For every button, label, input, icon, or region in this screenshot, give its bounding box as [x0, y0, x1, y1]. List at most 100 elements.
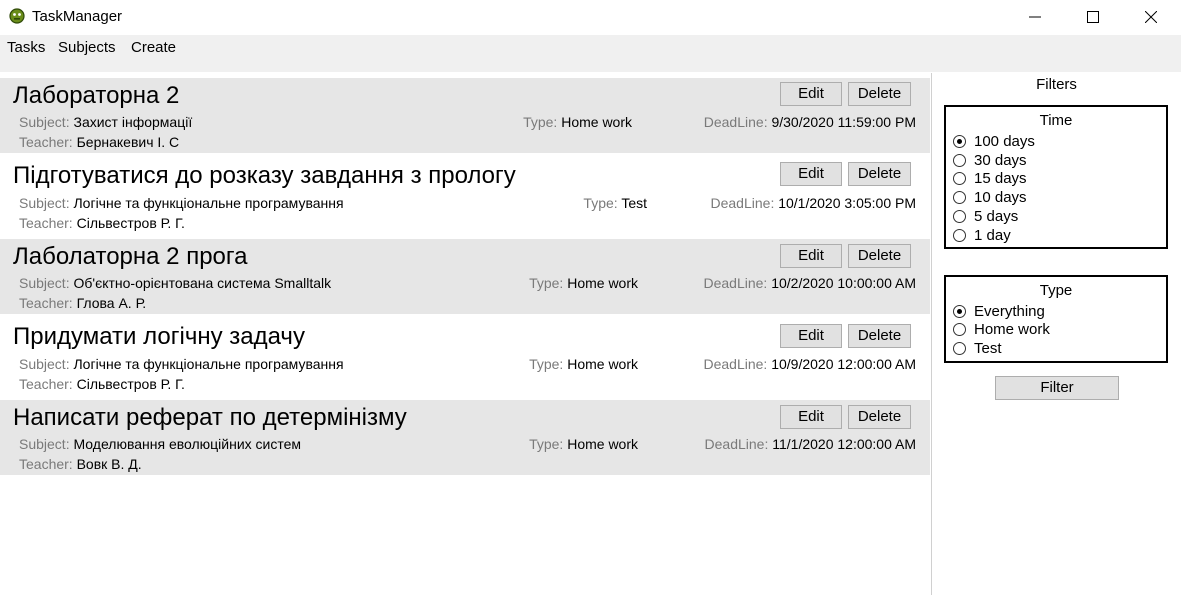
type-filter-group: Type Everything Home work Test: [944, 275, 1168, 363]
time-option-30-days[interactable]: 30 days: [953, 151, 1027, 170]
type-option-test[interactable]: Test: [953, 339, 1002, 358]
time-group-title: Time: [1039, 112, 1073, 129]
deadline-label: DeadLine:: [704, 436, 769, 452]
filter-button[interactable]: Filter: [995, 376, 1119, 400]
teacher-label: Teacher:: [19, 456, 73, 472]
edit-button[interactable]: Edit: [780, 405, 842, 429]
menu-create[interactable]: Create: [131, 39, 176, 56]
menu-subjects[interactable]: Subjects: [58, 39, 116, 56]
time-option-15-days[interactable]: 15 days: [953, 169, 1027, 188]
radio-button-checked[interactable]: [953, 305, 966, 318]
delete-button[interactable]: Delete: [848, 405, 911, 429]
task-item: Лаболаторна 2 прога Edit Delete Subject:…: [0, 239, 930, 314]
teacher-label: Teacher:: [19, 134, 73, 150]
delete-button[interactable]: Delete: [848, 324, 911, 348]
type-line: Type: Test: [583, 195, 647, 211]
task-title: Підготуватися до розказу завдання з прол…: [13, 162, 516, 189]
type-value: Home work: [567, 436, 638, 452]
delete-button[interactable]: Delete: [848, 162, 911, 186]
deadline-label: DeadLine:: [703, 356, 768, 372]
subject-value: Об'єктно-орієнтована система Smalltalk: [73, 275, 332, 291]
type-option-home-work[interactable]: Home work: [953, 320, 1050, 339]
task-title: Лаболаторна 2 прога: [13, 243, 248, 270]
teacher-value: Вовк В. Д.: [76, 456, 142, 472]
task-item: Написати реферат по детермінізму Edit De…: [0, 400, 930, 475]
subject-value: Логічне та функціональне програмування: [73, 356, 344, 372]
radio-button[interactable]: [953, 229, 966, 242]
minimize-icon: [1029, 16, 1041, 18]
type-value: Home work: [561, 114, 632, 130]
deadline-line: DeadLine: 10/9/2020 12:00:00 AM: [703, 356, 916, 372]
deadline-value: 10/1/2020 3:05:00 PM: [778, 195, 916, 211]
deadline-line: DeadLine: 10/1/2020 3:05:00 PM: [711, 195, 917, 211]
close-button[interactable]: [1122, 0, 1180, 34]
time-option-100-days[interactable]: 100 days: [953, 132, 1035, 151]
task-title: Придумати логічну задачу: [13, 323, 305, 350]
radio-label: 10 days: [974, 189, 1027, 206]
type-value: Home work: [567, 356, 638, 372]
subject-value: Логічне та функціональне програмування: [73, 195, 344, 211]
deadline-line: DeadLine: 9/30/2020 11:59:00 PM: [704, 114, 916, 130]
subject-line: Subject: Захист інформації: [19, 114, 192, 130]
radio-label: 1 day: [974, 227, 1011, 244]
type-group-title: Type: [1039, 282, 1073, 299]
teacher-line: Teacher: Вовк В. Д.: [19, 456, 142, 472]
delete-button[interactable]: Delete: [848, 82, 911, 106]
title-bar: TaskManager: [0, 0, 1181, 34]
radio-button[interactable]: [953, 172, 966, 185]
radio-label: Home work: [974, 321, 1050, 338]
deadline-value: 10/9/2020 12:00:00 AM: [771, 356, 916, 372]
task-title: Написати реферат по детермінізму: [13, 404, 407, 431]
type-label: Type:: [523, 114, 558, 130]
task-item: Придумати логічну задачу Edit Delete Sub…: [0, 314, 930, 400]
minimize-button[interactable]: [1006, 0, 1064, 34]
radio-label: Everything: [974, 303, 1045, 320]
radio-label: 15 days: [974, 170, 1027, 187]
teacher-value: Бернакевич І. С: [76, 134, 180, 150]
deadline-value: 11/1/2020 12:00:00 AM: [772, 436, 916, 452]
radio-button[interactable]: [953, 342, 966, 355]
panel-divider: [931, 73, 932, 595]
type-line: Type: Home work: [523, 114, 632, 130]
teacher-line: Teacher: Глова А. Р.: [19, 295, 146, 311]
subject-line: Subject: Логічне та функціональне програ…: [19, 356, 344, 372]
deadline-value: 9/30/2020 11:59:00 PM: [771, 114, 916, 130]
window-title: TaskManager: [32, 8, 123, 25]
close-icon: [1145, 11, 1157, 23]
radio-button[interactable]: [953, 191, 966, 204]
edit-button[interactable]: Edit: [780, 324, 842, 348]
teacher-label: Teacher:: [19, 295, 73, 311]
deadline-label: DeadLine:: [703, 114, 768, 130]
subject-label: Subject:: [19, 114, 70, 130]
deadline-line: DeadLine: 11/1/2020 12:00:00 AM: [705, 436, 916, 452]
time-option-10-days[interactable]: 10 days: [953, 188, 1027, 207]
radio-button[interactable]: [953, 210, 966, 223]
menu-tasks[interactable]: Tasks: [7, 39, 45, 56]
task-list: Лабораторна 2 Edit Delete Subject: Захис…: [0, 78, 930, 475]
type-line: Type: Home work: [529, 356, 638, 372]
radio-button[interactable]: [953, 154, 966, 167]
type-option-everything[interactable]: Everything: [953, 302, 1045, 321]
maximize-button[interactable]: [1064, 0, 1122, 34]
teacher-line: Teacher: Бернакевич І. С: [19, 134, 179, 150]
subject-line: Subject: Об'єктно-орієнтована система Sm…: [19, 275, 331, 291]
edit-button[interactable]: Edit: [780, 82, 842, 106]
delete-button[interactable]: Delete: [848, 244, 911, 268]
time-option-5-days[interactable]: 5 days: [953, 207, 1018, 226]
time-option-1-day[interactable]: 1 day: [953, 226, 1011, 245]
task-item: Підготуватися до розказу завдання з прол…: [0, 153, 930, 239]
edit-button[interactable]: Edit: [780, 162, 842, 186]
teacher-value: Сільвестров Р. Г.: [76, 376, 185, 392]
type-label: Type:: [583, 195, 618, 211]
radio-button[interactable]: [953, 323, 966, 336]
teacher-label: Teacher:: [19, 376, 73, 392]
type-line: Type: Home work: [529, 436, 638, 452]
teacher-line: Teacher: Сільвестров Р. Г.: [19, 215, 185, 231]
edit-button[interactable]: Edit: [780, 244, 842, 268]
radio-button-checked[interactable]: [953, 135, 966, 148]
type-value: Home work: [567, 275, 638, 291]
type-value: Test: [621, 195, 647, 211]
type-label: Type:: [529, 356, 564, 372]
radio-label: 30 days: [974, 152, 1027, 169]
subject-value: Захист інформації: [73, 114, 193, 130]
